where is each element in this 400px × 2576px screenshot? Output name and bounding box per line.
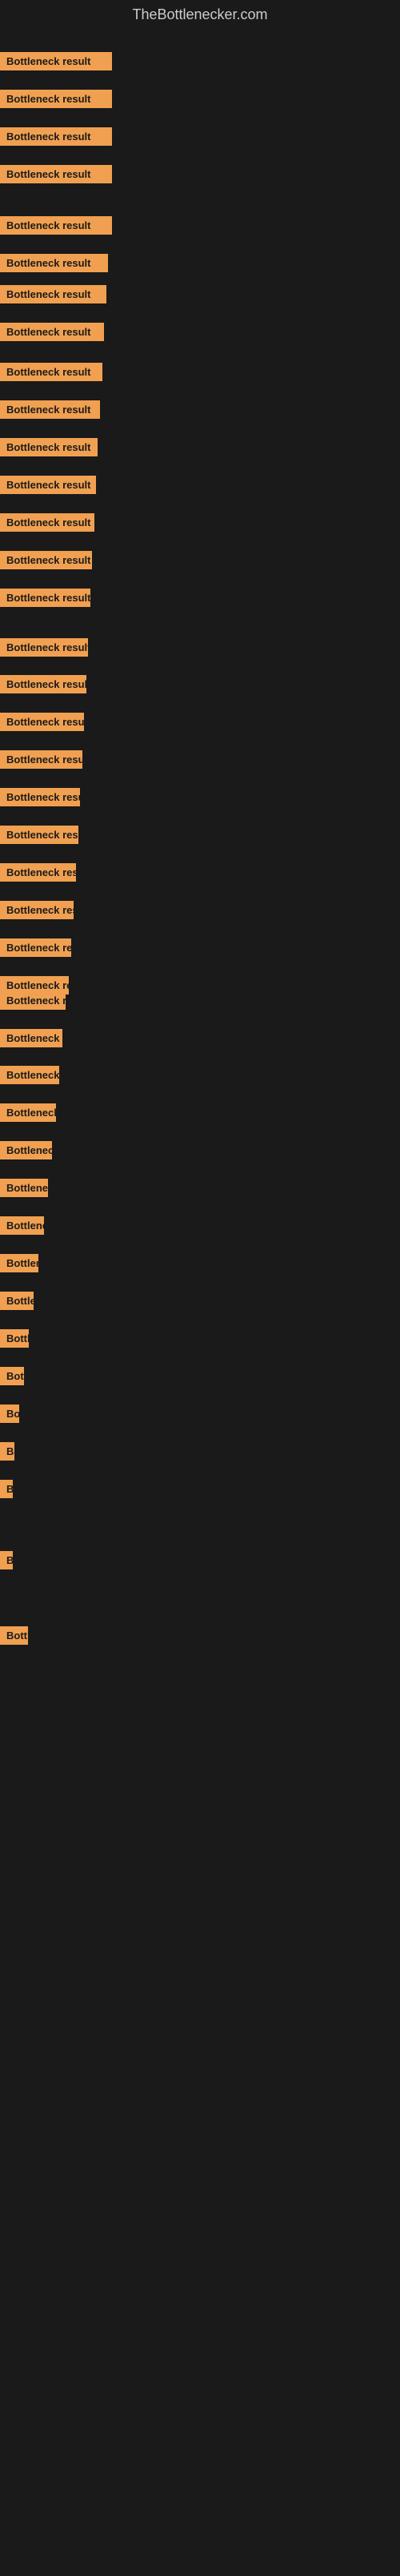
bottleneck-item-3: Bottleneck result (0, 127, 112, 150)
bottleneck-label-15: Bottleneck result (0, 589, 90, 607)
bottleneck-item-29: Bottleneck result (0, 1103, 56, 1126)
bottleneck-item-16: Bottleneck result (0, 638, 88, 661)
bottleneck-item-7: Bottleneck result (0, 285, 106, 307)
bottleneck-item-15: Bottleneck result (0, 589, 90, 611)
bottleneck-item-40: B (0, 1551, 13, 1573)
bottleneck-label-33: Bottleneck r (0, 1254, 38, 1272)
bottleneck-label-12: Bottleneck result (0, 476, 96, 494)
bottleneck-label-10: Bottleneck result (0, 400, 100, 419)
bottleneck-item-35: Bottlen (0, 1329, 29, 1352)
bottleneck-label-28: Bottleneck result (0, 1066, 59, 1084)
bottleneck-label-27: Bottleneck result (0, 1029, 62, 1047)
bottleneck-label-7: Bottleneck result (0, 285, 106, 303)
bottleneck-item-17: Bottleneck result (0, 675, 86, 697)
bottleneck-item-20: Bottleneck result (0, 788, 80, 810)
bottleneck-label-5: Bottleneck result (0, 216, 112, 235)
bottleneck-label-37: Bott (0, 1405, 19, 1423)
bottleneck-label-30: Bottleneck result (0, 1141, 52, 1159)
bottleneck-item-10: Bottleneck result (0, 400, 100, 423)
bottleneck-label-11: Bottleneck result (0, 438, 98, 456)
bottleneck-label-14: Bottleneck result (0, 551, 92, 569)
bottleneck-label-1: Bottleneck result (0, 52, 112, 70)
bottleneck-item-19: Bottleneck result (0, 750, 82, 773)
bottleneck-label-4: Bottleneck result (0, 165, 112, 183)
bottleneck-item-13: Bottleneck result (0, 513, 94, 536)
bottleneck-label-29: Bottleneck result (0, 1103, 56, 1122)
bottleneck-label-2: Bottleneck result (0, 90, 112, 108)
bottleneck-label-41: Bottl (0, 1626, 28, 1645)
bottleneck-item-26: Bottleneck result (0, 991, 66, 1014)
bottleneck-label-3: Bottleneck result (0, 127, 112, 146)
bottleneck-label-40: B (0, 1551, 13, 1569)
bottleneck-item-2: Bottleneck result (0, 90, 112, 112)
bottleneck-item-23: Bottleneck result (0, 901, 74, 923)
bottleneck-item-31: Bottleneck result (0, 1179, 48, 1201)
bottleneck-item-37: Bott (0, 1405, 19, 1427)
bottleneck-label-16: Bottleneck result (0, 638, 88, 657)
bottleneck-label-8: Bottleneck result (0, 323, 104, 341)
bottleneck-item-36: Bottle (0, 1367, 24, 1389)
bottleneck-label-39: Bo (0, 1480, 13, 1498)
bottleneck-item-21: Bottleneck result (0, 826, 78, 848)
bottleneck-item-1: Bottleneck result (0, 52, 112, 74)
bottleneck-label-34: Bottleneck (0, 1292, 34, 1310)
bottleneck-label-31: Bottleneck result (0, 1179, 48, 1197)
bottleneck-item-8: Bottleneck result (0, 323, 104, 345)
bottleneck-item-11: Bottleneck result (0, 438, 98, 460)
bottleneck-item-22: Bottleneck result (0, 863, 76, 886)
site-title: TheBottlenecker.com (0, 0, 400, 30)
bottleneck-item-33: Bottleneck r (0, 1254, 38, 1276)
bottleneck-label-38: Bot (0, 1442, 14, 1461)
bottleneck-label-23: Bottleneck result (0, 901, 74, 919)
bottleneck-label-22: Bottleneck result (0, 863, 76, 882)
bottleneck-label-35: Bottlen (0, 1329, 29, 1348)
bottleneck-item-28: Bottleneck result (0, 1066, 59, 1088)
bottleneck-label-32: Bottleneck result (0, 1216, 44, 1235)
bottleneck-item-41: Bottl (0, 1626, 28, 1649)
bottleneck-item-30: Bottleneck result (0, 1141, 52, 1163)
bottleneck-label-17: Bottleneck result (0, 675, 86, 693)
bottleneck-item-14: Bottleneck result (0, 551, 92, 573)
bottleneck-label-24: Bottleneck result (0, 938, 71, 957)
bottleneck-item-5: Bottleneck result (0, 216, 112, 239)
bottleneck-item-34: Bottleneck (0, 1292, 34, 1314)
bottleneck-item-27: Bottleneck result (0, 1029, 62, 1051)
bottleneck-label-26: Bottleneck result (0, 991, 66, 1010)
bottleneck-item-6: Bottleneck result (0, 254, 108, 276)
bottleneck-label-19: Bottleneck result (0, 750, 82, 769)
bottleneck-item-4: Bottleneck result (0, 165, 112, 187)
bottleneck-item-12: Bottleneck result (0, 476, 96, 498)
bottleneck-label-21: Bottleneck result (0, 826, 78, 844)
bottleneck-item-38: Bot (0, 1442, 14, 1465)
bottleneck-item-39: Bo (0, 1480, 13, 1502)
bottleneck-label-9: Bottleneck result (0, 363, 102, 381)
bottleneck-label-13: Bottleneck result (0, 513, 94, 532)
bottleneck-item-9: Bottleneck result (0, 363, 102, 385)
bottleneck-label-6: Bottleneck result (0, 254, 108, 272)
bottleneck-label-18: Bottleneck result (0, 713, 84, 731)
bottleneck-label-20: Bottleneck result (0, 788, 80, 806)
bottleneck-item-32: Bottleneck result (0, 1216, 44, 1239)
bottleneck-item-18: Bottleneck result (0, 713, 84, 735)
bottleneck-item-24: Bottleneck result (0, 938, 71, 961)
bottleneck-label-36: Bottle (0, 1367, 24, 1385)
